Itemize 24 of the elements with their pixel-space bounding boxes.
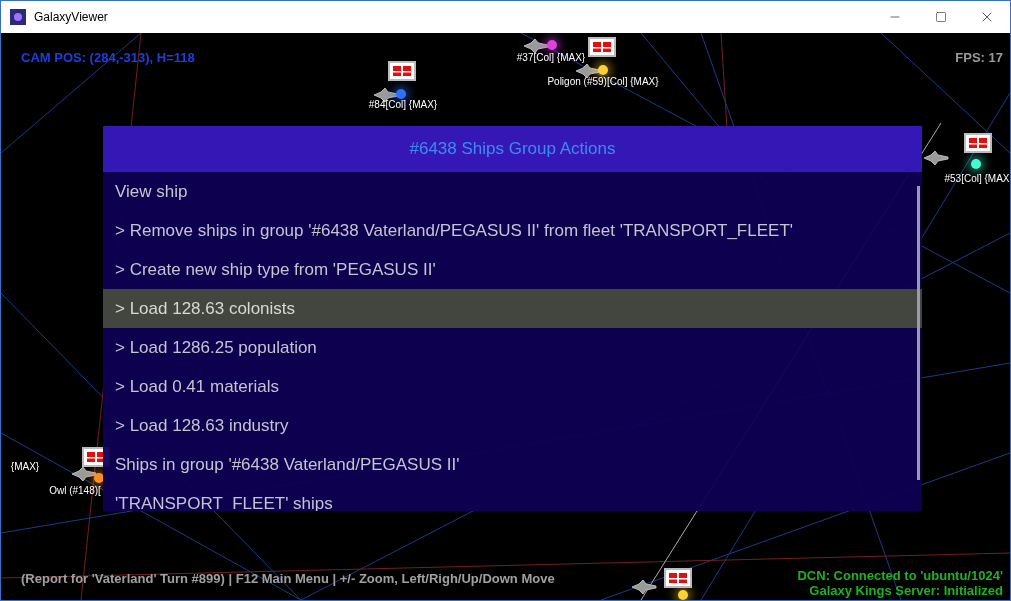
menu-item[interactable]: > Create new ship type from 'PEGASUS II' — [103, 250, 922, 289]
star-label: #53[Col] {MAX — [944, 173, 1010, 185]
star-label: #37[Col] {MAX} — [516, 52, 586, 64]
menu-item[interactable]: > Remove ships in group '#6438 Vaterland/PEGASUS II' from fleet 'TRANSPORT_FLEET' — [103, 211, 922, 250]
fps-counter: FPS: 17 — [955, 49, 1003, 67]
scrollbar-thumb[interactable] — [917, 186, 920, 480]
server-status: Galaxy Kings Server: Initialized — [809, 583, 1003, 598]
star-label: #84[Col] {MAX} — [368, 99, 438, 111]
menu-item[interactable]: > Load 1286.25 population — [103, 328, 922, 367]
window-title: GalaxyViewer — [34, 9, 108, 26]
help-text: (Report for 'Vaterland' Turn #899) | F12 Main Menu | +/- Zoom, Left/Righ/Up/Down Move — [21, 569, 555, 588]
menu-item[interactable]: > Load 0.41 materials — [103, 367, 922, 406]
connection-status: DCN: Connected to 'ubuntu/1024' — [797, 568, 1003, 583]
star-label: Poligon (#59)[Col] {MAX} — [547, 76, 659, 88]
app-icon — [10, 9, 26, 25]
menu-item[interactable]: > Load 128.63 industry — [103, 406, 922, 445]
star-label: Owl (#148)[ — [49, 485, 101, 497]
menu-item[interactable]: > Load 128.63 colonists — [103, 289, 922, 328]
maximize-icon — [935, 11, 947, 23]
menu-title: #6438 Ships Group Actions — [409, 138, 616, 161]
menu-item[interactable]: View ship — [103, 172, 922, 211]
menu-item[interactable]: Ships in group '#6438 Vaterland/PEGASUS II' — [103, 445, 922, 484]
star-label: {MAX} — [10, 461, 40, 473]
camera-position: CAM POS: (284,-313), H=118 — [21, 49, 195, 67]
